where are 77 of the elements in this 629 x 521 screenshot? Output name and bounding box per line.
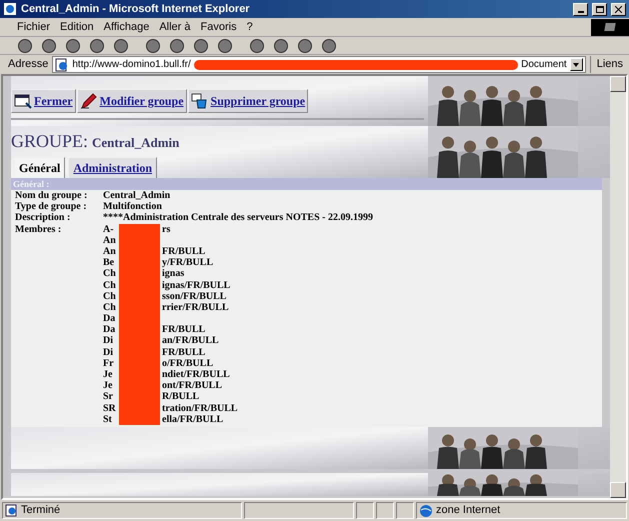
member-name: sson/FR/BULL (162, 290, 226, 302)
menu-item[interactable]: Aller à (154, 18, 196, 36)
member-name: ont/FR/BULL (162, 380, 222, 392)
field-value: Multifonction (103, 201, 163, 212)
status-pane (356, 502, 374, 519)
member-name: Ch (103, 268, 117, 280)
menu-item[interactable]: Favoris (196, 18, 242, 36)
group-name: Central_Admin (92, 134, 180, 152)
field-label: Nom du groupe : (15, 190, 88, 202)
field-value: Central_Admin (103, 190, 172, 202)
member-name: ignas (162, 268, 184, 280)
close-button[interactable] (611, 2, 626, 16)
member-name: Be (103, 257, 116, 268)
member-name: FR/BULL (162, 246, 206, 258)
member-name: Da (103, 313, 116, 324)
member-name: SR (103, 402, 117, 414)
menu-item[interactable]: Edition (55, 18, 99, 36)
member-name: R/BULL (162, 391, 200, 403)
member-name: FR/BULL (162, 346, 206, 358)
member-name: tration/FR/BULL (162, 402, 238, 414)
browser-icon (3, 2, 17, 16)
member-name: rs (162, 224, 170, 235)
window-title: Central_Admin - Microsoft Internet Explorer (21, 2, 251, 17)
member-name: Ch (103, 290, 117, 302)
tab[interactable]: Général (14, 157, 66, 179)
tab[interactable]: Administration (68, 157, 158, 179)
address-label: Adresse (8, 57, 48, 72)
action-button[interactable]: Fermer (11, 89, 76, 113)
member-name: Ch (103, 302, 117, 314)
menu-item[interactable]: ? (242, 18, 258, 36)
member-name: Sr (103, 391, 114, 403)
member-name: Fr (103, 358, 115, 370)
member-name: Ch (103, 280, 117, 291)
page-heading: GROUPE: (11, 130, 88, 153)
field-label: Type de groupe : (15, 201, 88, 212)
globe-icon (419, 504, 433, 518)
member-name: ella/FR/BULL (162, 414, 224, 425)
member-name: o/FR/BULL (162, 358, 214, 370)
pencil-icon (80, 93, 98, 109)
menu-item[interactable]: Fichier (12, 18, 56, 36)
window-icon (14, 93, 32, 109)
member-name: An (103, 234, 117, 246)
page-icon (5, 504, 18, 517)
member-name: Da (103, 324, 116, 336)
minimize-button[interactable] (573, 2, 588, 16)
field-label: Description : (15, 212, 72, 224)
member-name: rrier/FR/BULL (162, 302, 229, 314)
member-name: Je (103, 369, 114, 380)
trash-icon (190, 93, 209, 109)
field-label: Membres : (15, 224, 62, 237)
member-name: an/FR/BULL (162, 335, 219, 347)
member-name: ndiet/FR/BULL (162, 369, 230, 380)
status-text: Terminé (2, 502, 242, 519)
member-name: A- (103, 224, 115, 235)
maximize-button[interactable] (592, 2, 607, 16)
zone-indicator: zone Internet (416, 502, 627, 519)
member-name: An (103, 246, 117, 258)
page-icon (55, 58, 70, 72)
field-value: ****Administration Centrale des serveurs NOTES - 22.09.1999 (103, 212, 374, 224)
action-button[interactable]: Supprimer groupe (188, 89, 308, 113)
member-name: Je (103, 380, 114, 392)
member-name: St (103, 414, 113, 425)
member-name: y/FR/BULL (162, 257, 214, 268)
action-button[interactable]: Modifier groupe (76, 89, 187, 113)
status-pane (376, 502, 394, 519)
address-field[interactable]: http://www-domino1.bull.fr/ Document (52, 56, 586, 73)
menu-item[interactable]: Affichage (98, 18, 154, 36)
member-name: Di (103, 346, 114, 358)
windows-logo (591, 18, 629, 36)
scrollbar[interactable] (610, 76, 626, 498)
section-header: Général : (11, 178, 602, 190)
status-pane (396, 502, 414, 519)
member-name: ignas/FR/BULL (162, 280, 230, 291)
member-name: FR/BULL (162, 324, 206, 336)
member-name: Di (103, 335, 114, 347)
links-button[interactable]: Liens (590, 56, 629, 73)
dropdown-button[interactable] (570, 58, 583, 71)
